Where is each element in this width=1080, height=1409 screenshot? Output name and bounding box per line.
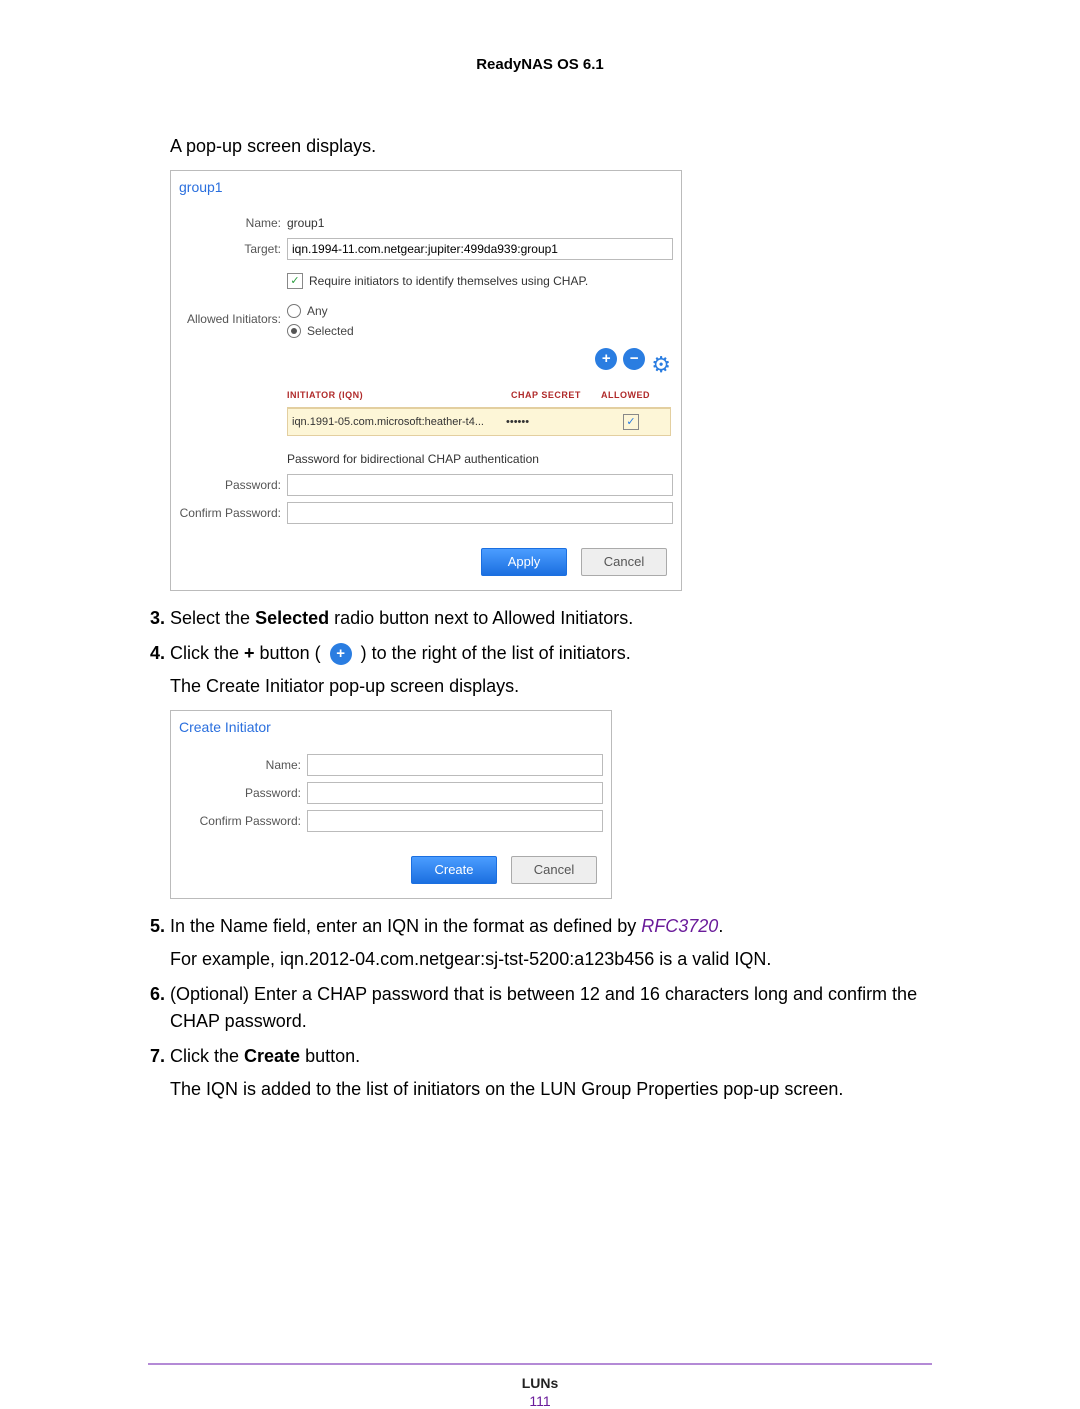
- step-5: In the Name field, enter an IQN in the f…: [170, 913, 932, 973]
- group-properties-popup: group1 Name: group1 Target: ✓ Require in…: [170, 170, 682, 591]
- create-button[interactable]: Create: [411, 856, 497, 884]
- step-4-sub: The Create Initiator pop-up screen displ…: [170, 673, 932, 700]
- col-allowed: ALLOWED: [601, 389, 671, 403]
- gear-icon[interactable]: ⚙: [651, 348, 671, 381]
- radio-selected-label: Selected: [307, 322, 354, 340]
- col-iqn: INITIATOR (IQN): [287, 389, 511, 403]
- step-6: (Optional) Enter a CHAP password that is…: [170, 981, 932, 1035]
- step-4: Click the + button ( + ) to the right of…: [170, 640, 932, 899]
- footer-page-number: 111: [148, 1393, 932, 1409]
- name-label: Name:: [171, 214, 287, 232]
- initiator-table: INITIATOR (IQN) CHAP SECRET ALLOWED iqn.…: [287, 389, 671, 436]
- radio-icon: [287, 304, 301, 318]
- table-row[interactable]: iqn.1991-05.com.microsoft:heather-t4... …: [287, 408, 671, 437]
- col-chap-secret: CHAP SECRET: [511, 389, 601, 403]
- chap-checkbox-label: Require initiators to identify themselve…: [309, 272, 588, 290]
- step-3: Select the Selected radio button next to…: [170, 605, 932, 632]
- name-value: group1: [287, 214, 324, 232]
- radio-any-label: Any: [307, 302, 328, 320]
- rfc-link[interactable]: RFC3720: [641, 916, 718, 936]
- cancel-button[interactable]: Cancel: [581, 548, 667, 576]
- footer-section: LUNs: [148, 1375, 932, 1391]
- row-allowed-check[interactable]: ✓: [623, 414, 639, 430]
- row-secret: ••••••: [506, 414, 596, 431]
- ci-name-label: Name:: [171, 756, 307, 774]
- ci-password-label: Password:: [171, 784, 307, 802]
- apply-button[interactable]: Apply: [481, 548, 567, 576]
- radio-icon: [287, 324, 301, 338]
- ci-confirm-input[interactable]: [307, 810, 603, 832]
- add-initiator-icon[interactable]: +: [595, 348, 617, 370]
- document-header: ReadyNAS OS 6.1: [148, 56, 932, 73]
- password-label: Password:: [171, 476, 287, 494]
- target-input[interactable]: [287, 238, 673, 260]
- allowed-initiators-label: Allowed Initiators:: [171, 302, 287, 328]
- remove-initiator-icon[interactable]: −: [623, 348, 645, 370]
- ci-name-input[interactable]: [307, 754, 603, 776]
- step-7-sub: The IQN is added to the list of initiato…: [170, 1076, 932, 1103]
- step-7: Click the Create button. The IQN is adde…: [170, 1043, 932, 1103]
- popup2-title: Create Initiator: [171, 711, 611, 748]
- radio-any[interactable]: Any: [287, 302, 354, 320]
- plus-icon: +: [330, 643, 352, 665]
- chap-password-note: Password for bidirectional CHAP authenti…: [287, 450, 681, 468]
- target-label: Target:: [171, 240, 287, 258]
- ci-cancel-button[interactable]: Cancel: [511, 856, 597, 884]
- ci-confirm-label: Confirm Password:: [171, 812, 307, 830]
- password-input[interactable]: [287, 474, 673, 496]
- ci-password-input[interactable]: [307, 782, 603, 804]
- row-iqn: iqn.1991-05.com.microsoft:heather-t4...: [292, 414, 506, 431]
- radio-selected[interactable]: Selected: [287, 322, 354, 340]
- popup-title: group1: [171, 171, 681, 208]
- confirm-password-input[interactable]: [287, 502, 673, 524]
- confirm-password-label: Confirm Password:: [171, 504, 287, 522]
- create-initiator-popup: Create Initiator Name: Password: Confirm…: [170, 710, 612, 899]
- intro-text: A pop-up screen displays.: [170, 133, 932, 160]
- chap-checkbox[interactable]: ✓: [287, 273, 303, 289]
- step-5-sub: For example, iqn.2012-04.com.netgear:sj-…: [170, 946, 932, 973]
- page-footer: LUNs 111: [148, 1363, 932, 1409]
